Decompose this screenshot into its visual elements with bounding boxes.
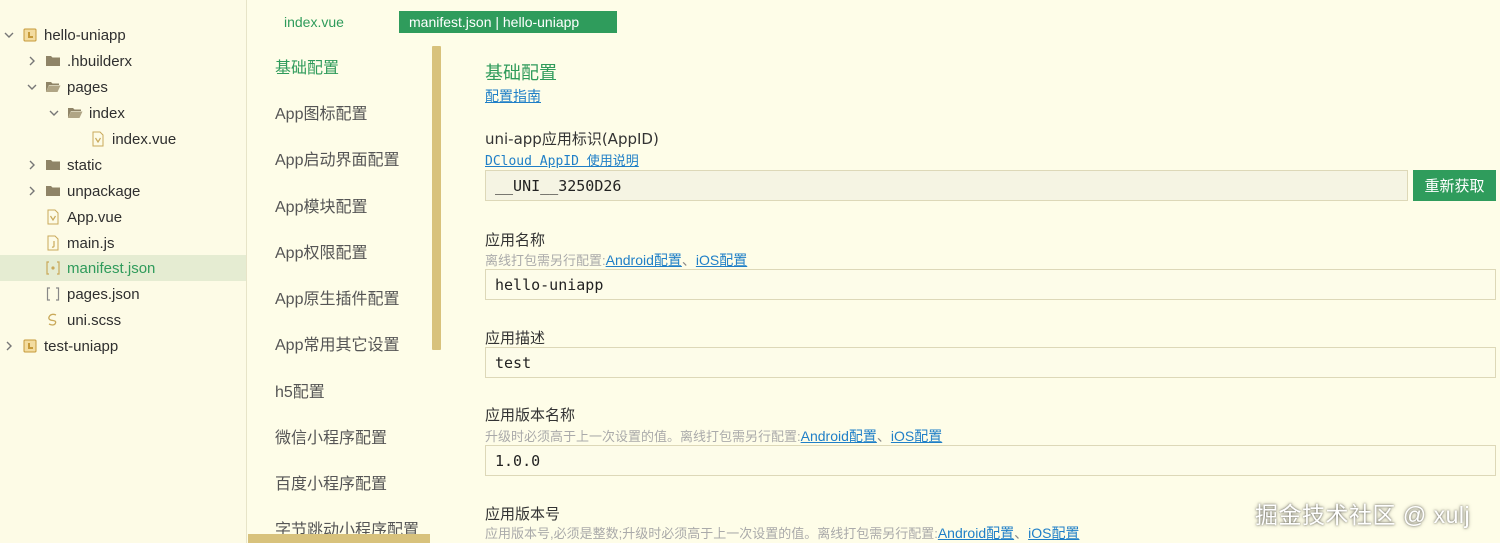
- tree-item-manifest-json[interactable]: manifest.json: [0, 255, 246, 281]
- tree-item-hbuilderx[interactable]: .hbuilderx: [0, 48, 246, 74]
- tree-item-main-js[interactable]: main.js: [0, 230, 246, 256]
- version-code-hint: 应用版本号,必须是整数;升级时必须高于上一次设置的值。离线打包需另行配置: An…: [485, 523, 1079, 543]
- tree-item-index-vue[interactable]: index.vue: [0, 126, 246, 152]
- tree-item-label: index: [89, 104, 125, 122]
- tree-item-label: test-uniapp: [44, 337, 119, 355]
- file-explorer: hello-uniapp .hbuilderx pages index inde…: [0, 0, 247, 543]
- version-name-label: 应用版本名称: [485, 406, 576, 424]
- hint-text: 升级时必须高于上一次设置的值。离线打包需另行配置:: [485, 429, 801, 444]
- tree-item-label: manifest.json: [67, 259, 156, 277]
- tree-item-pages[interactable]: pages: [0, 74, 246, 100]
- chevron-right-icon[interactable]: [25, 158, 39, 172]
- nav-item-app-icon[interactable]: App图标配置: [275, 103, 367, 127]
- version-name-hint: 升级时必须高于上一次设置的值。离线打包需另行配置: Android配置 、 iO…: [485, 426, 942, 446]
- separator: 、: [681, 252, 696, 268]
- app-name-hint: 离线打包需另行配置: Android配置 、 iOS配置: [485, 250, 747, 270]
- js-file-icon: [45, 235, 61, 251]
- config-nav: 基础配置 App图标配置 App启动界面配置 App模块配置 App权限配置 A…: [248, 40, 441, 543]
- tab-index-vue[interactable]: index.vue: [284, 11, 344, 33]
- config-guide-link[interactable]: 配置指南: [485, 86, 541, 106]
- chevron-down-icon[interactable]: [47, 106, 61, 120]
- app-desc-field[interactable]: test: [485, 347, 1496, 378]
- vue-file-icon: [45, 209, 61, 225]
- ios-config-link[interactable]: iOS配置: [696, 250, 747, 270]
- nav-item-basic-config[interactable]: 基础配置: [275, 57, 339, 81]
- config-form: 基础配置 配置指南 uni-app应用标识(AppID) DCloud AppI…: [485, 0, 1500, 543]
- nav-item-app-other-settings[interactable]: App常用其它设置: [275, 334, 399, 358]
- tree-item-label: static: [67, 156, 103, 174]
- refresh-appid-button[interactable]: 重新获取: [1413, 170, 1496, 201]
- project-icon: [22, 27, 38, 43]
- watermark: 掘金技术社区 @ xulj: [1255, 502, 1471, 528]
- appid-field[interactable]: __UNI__3250D26: [485, 170, 1408, 201]
- json-file-icon: [45, 260, 61, 276]
- tree-item-label: index.vue: [112, 130, 177, 148]
- nav-horizontal-scrollbar[interactable]: [248, 534, 430, 543]
- chevron-down-icon[interactable]: [2, 28, 16, 42]
- json-bracket-icon: [45, 286, 61, 302]
- nav-item-app-permissions[interactable]: App权限配置: [275, 242, 367, 266]
- tree-item-label: main.js: [67, 234, 115, 252]
- project-icon: [22, 338, 38, 354]
- app-desc-label: 应用描述: [485, 329, 546, 347]
- nav-item-app-modules[interactable]: App模块配置: [275, 196, 367, 220]
- tree-item-label: App.vue: [67, 208, 123, 226]
- android-config-link[interactable]: Android配置: [938, 523, 1014, 543]
- appid-help-link[interactable]: DCloud AppID 使用说明: [485, 150, 639, 169]
- tree-item-label: unpackage: [67, 182, 141, 200]
- folder-open-icon: [67, 105, 83, 121]
- appid-label: uni-app应用标识(AppID): [485, 130, 659, 148]
- folder-open-icon: [45, 79, 61, 95]
- chevron-down-icon[interactable]: [25, 80, 39, 94]
- tree-item-static[interactable]: static: [0, 152, 246, 178]
- tree-item-label: uni.scss: [67, 311, 122, 329]
- chevron-right-icon[interactable]: [25, 184, 39, 198]
- folder-icon: [45, 183, 61, 199]
- section-title: 基础配置: [485, 63, 557, 83]
- version-code-label: 应用版本号: [485, 505, 561, 523]
- tree-item-app-vue[interactable]: App.vue: [0, 204, 246, 230]
- nav-item-h5[interactable]: h5配置: [275, 381, 325, 405]
- ios-config-link[interactable]: iOS配置: [1028, 523, 1079, 543]
- tree-item-index[interactable]: index: [0, 100, 246, 126]
- nav-item-app-splash[interactable]: App启动界面配置: [275, 149, 399, 173]
- android-config-link[interactable]: Android配置: [801, 426, 877, 446]
- hint-text: 离线打包需另行配置:: [485, 253, 606, 268]
- tree-item-hello-uniapp[interactable]: hello-uniapp: [0, 22, 246, 48]
- tree-item-label: .hbuilderx: [67, 52, 133, 70]
- app-name-label: 应用名称: [485, 231, 546, 249]
- app-name-field[interactable]: hello-uniapp: [485, 269, 1496, 300]
- nav-item-weixin-mp[interactable]: 微信小程序配置: [275, 427, 387, 451]
- tree-item-test-uniapp[interactable]: test-uniapp: [0, 333, 246, 359]
- separator: 、: [1014, 525, 1029, 541]
- chevron-right-icon[interactable]: [25, 54, 39, 68]
- nav-item-baidu-mp[interactable]: 百度小程序配置: [275, 473, 387, 497]
- chevron-right-icon[interactable]: [2, 339, 16, 353]
- android-config-link[interactable]: Android配置: [606, 250, 682, 270]
- nav-scrollbar[interactable]: [432, 46, 441, 350]
- version-name-field[interactable]: 1.0.0: [485, 445, 1496, 476]
- folder-icon: [45, 157, 61, 173]
- separator: 、: [876, 428, 891, 444]
- vue-file-icon: [90, 131, 106, 147]
- tree-item-pages-json[interactable]: pages.json: [0, 281, 246, 307]
- tree-item-label: hello-uniapp: [44, 26, 126, 44]
- tree-item-uni-scss[interactable]: uni.scss: [0, 307, 246, 333]
- nav-item-app-native-plugins[interactable]: App原生插件配置: [275, 288, 399, 312]
- ios-config-link[interactable]: iOS配置: [891, 426, 942, 446]
- folder-icon: [45, 53, 61, 69]
- tree-item-unpackage[interactable]: unpackage: [0, 178, 246, 204]
- tree-item-label: pages: [67, 78, 108, 96]
- hint-text: 应用版本号,必须是整数;升级时必须高于上一次设置的值。离线打包需另行配置:: [485, 526, 938, 541]
- tree-item-label: pages.json: [67, 285, 140, 303]
- sass-file-icon: [45, 312, 61, 328]
